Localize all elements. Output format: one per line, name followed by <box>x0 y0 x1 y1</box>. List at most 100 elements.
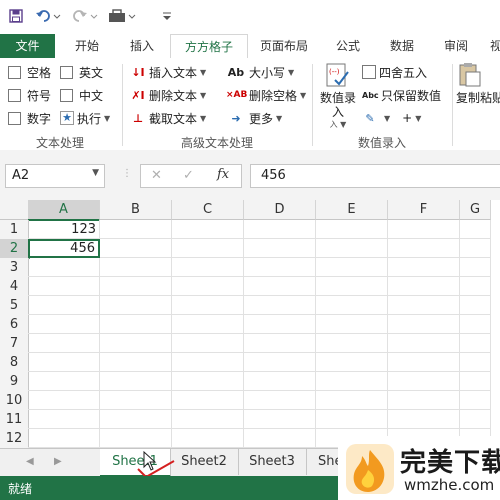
cell-c11[interactable] <box>172 410 244 429</box>
cell-c12[interactable] <box>172 429 244 448</box>
cell-b12[interactable] <box>100 429 172 448</box>
tab-fangfang[interactable]: 方方格子 <box>170 34 248 60</box>
delete-space-button[interactable]: ×AB 删除空格 ▼ <box>226 85 306 105</box>
cell-g4[interactable] <box>460 277 491 296</box>
row-header-7[interactable]: 7 <box>0 334 29 354</box>
cell-d2[interactable] <box>244 239 316 258</box>
cell-g1[interactable] <box>460 220 491 239</box>
cell-e4[interactable] <box>316 277 388 296</box>
checkbox-english[interactable]: 英文 <box>60 62 103 82</box>
checkbox-box[interactable] <box>8 65 21 79</box>
splitter-dots-icon[interactable]: ⋮ <box>122 168 132 179</box>
number-entry-button[interactable]: (--) 数值录入 入 ▼ <box>318 62 358 129</box>
delete-text-button[interactable]: ✗I 删除文本 ▼ <box>130 85 206 105</box>
cell-f11[interactable] <box>388 410 460 429</box>
tab-data[interactable]: 数据 <box>378 34 426 58</box>
case-button[interactable]: Ab 大小写 ▼ <box>226 62 294 82</box>
cell-c6[interactable] <box>172 315 244 334</box>
cell-b6[interactable] <box>100 315 172 334</box>
redo-icon[interactable] <box>70 6 100 26</box>
cell-a3[interactable] <box>28 258 100 277</box>
cell-f9[interactable] <box>388 372 460 391</box>
cell-b7[interactable] <box>100 334 172 353</box>
sheet-tab-sheet3[interactable]: Sheet3 <box>238 449 307 475</box>
cell-e7[interactable] <box>316 334 388 353</box>
cell-b5[interactable] <box>100 296 172 315</box>
cell-a7[interactable] <box>28 334 100 353</box>
tab-formulas[interactable]: 公式 <box>324 34 372 58</box>
tools-icon[interactable] <box>107 6 137 26</box>
cell-g3[interactable] <box>460 258 491 277</box>
row-header-10[interactable]: 10 <box>0 391 29 411</box>
column-header-e[interactable]: E <box>316 200 388 220</box>
cell-a8[interactable] <box>28 353 100 372</box>
scroll-right-icon[interactable]: ▶ <box>54 456 62 467</box>
cell-b8[interactable] <box>100 353 172 372</box>
sheet-tab-sheet2[interactable]: Sheet2 <box>170 449 239 475</box>
cell-a9[interactable] <box>28 372 100 391</box>
scroll-left-icon[interactable]: ◀ <box>26 456 34 467</box>
cell-d1[interactable] <box>244 220 316 239</box>
cell-e8[interactable] <box>316 353 388 372</box>
cell-a12[interactable] <box>28 429 100 448</box>
row-header-1[interactable]: 1 <box>0 220 29 240</box>
cell-c4[interactable] <box>172 277 244 296</box>
undo-icon[interactable] <box>33 6 63 26</box>
cell-e6[interactable] <box>316 315 388 334</box>
save-icon[interactable] <box>6 6 26 26</box>
cell-d6[interactable] <box>244 315 316 334</box>
cell-c1[interactable] <box>172 220 244 239</box>
chevron-down-icon[interactable]: ▼ <box>92 168 99 178</box>
cell-e2[interactable] <box>316 239 388 258</box>
checkbox-box[interactable] <box>8 88 21 102</box>
confirm-icon[interactable]: ✓ <box>183 168 194 183</box>
customize-icon[interactable] <box>160 6 174 26</box>
cell-e1[interactable] <box>316 220 388 239</box>
cell-e10[interactable] <box>316 391 388 410</box>
checkbox-symbol[interactable]: 符号 <box>8 85 51 105</box>
cell-e5[interactable] <box>316 296 388 315</box>
row-header-4[interactable]: 4 <box>0 277 29 297</box>
cell-a4[interactable] <box>28 277 100 296</box>
cancel-icon[interactable]: ✕ <box>151 168 162 183</box>
checkbox-box[interactable] <box>60 88 73 102</box>
cell-a6[interactable] <box>28 315 100 334</box>
cell-g8[interactable] <box>460 353 491 372</box>
cell-f7[interactable] <box>388 334 460 353</box>
execute-button[interactable]: ★ 执行 ▼ <box>60 108 110 128</box>
cell-d8[interactable] <box>244 353 316 372</box>
cell-d11[interactable] <box>244 410 316 429</box>
cell-b3[interactable] <box>100 258 172 277</box>
name-box[interactable]: A2 ▼ <box>5 164 105 188</box>
row-header-12[interactable]: 12 <box>0 429 29 449</box>
cell-f1[interactable] <box>388 220 460 239</box>
round-button[interactable]: 四舍五入 <box>362 62 427 82</box>
checkbox-chinese[interactable]: 中文 <box>60 85 103 105</box>
insert-function-icon[interactable]: fx <box>217 167 229 182</box>
row-header-8[interactable]: 8 <box>0 353 29 373</box>
cell-d9[interactable] <box>244 372 316 391</box>
cell-f5[interactable] <box>388 296 460 315</box>
cell-g6[interactable] <box>460 315 491 334</box>
cell-c3[interactable] <box>172 258 244 277</box>
cell-c5[interactable] <box>172 296 244 315</box>
column-header-d[interactable]: D <box>244 200 316 220</box>
cell-c10[interactable] <box>172 391 244 410</box>
formula-input[interactable]: 456 <box>250 164 500 188</box>
cell-d3[interactable] <box>244 258 316 277</box>
cell-f4[interactable] <box>388 277 460 296</box>
select-all-corner[interactable] <box>0 200 29 220</box>
cell-b11[interactable] <box>100 410 172 429</box>
cell-g10[interactable] <box>460 391 491 410</box>
cell-a11[interactable] <box>28 410 100 429</box>
cell-f8[interactable] <box>388 353 460 372</box>
tab-view[interactable]: 视 <box>486 34 500 58</box>
edit-options-button[interactable]: ✎ ▼ + ▼ <box>362 108 421 128</box>
cell-b9[interactable] <box>100 372 172 391</box>
tab-home[interactable]: 开始 <box>63 34 111 58</box>
cell-g2[interactable] <box>460 239 491 258</box>
column-header-a[interactable]: A <box>28 200 100 221</box>
cell-e9[interactable] <box>316 372 388 391</box>
tab-insert[interactable]: 插入 <box>118 34 166 58</box>
cell-g7[interactable] <box>460 334 491 353</box>
